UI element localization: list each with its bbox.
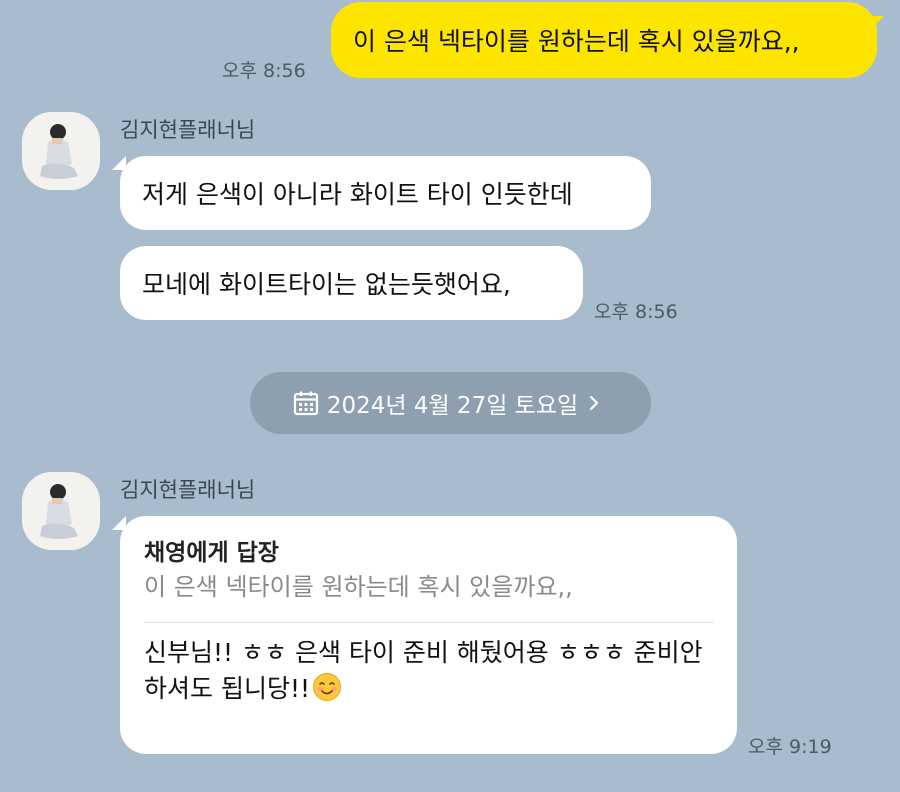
outgoing-message-time: 오후 8:56 xyxy=(222,60,306,82)
outgoing-message-text: 이 은색 넥타이를 원하는데 혹시 있을까요,, xyxy=(353,27,800,56)
sender-avatar[interactable] xyxy=(22,112,100,190)
smiling-face-emoji xyxy=(313,673,341,701)
calendar-icon xyxy=(293,391,318,416)
chevron-right-icon xyxy=(590,395,599,411)
incoming-message-bubble[interactable]: 모네에 화이트타이는 없는듯햇어요, xyxy=(120,246,583,320)
sender-name: 김지현플래너님 xyxy=(120,118,256,142)
avatar-photo xyxy=(22,472,100,550)
reply-body-text: 신부님!! ㅎㅎ 은색 타이 준비 해뒀어용 ㅎㅎㅎ 준비안하셔도 됩니당!! xyxy=(144,638,703,703)
sender-name: 김지현플래너님 xyxy=(120,478,256,502)
incoming-message-text: 모네에 화이트타이는 없는듯햇어요, xyxy=(142,270,511,299)
quoted-message-text[interactable]: 이 은색 넥타이를 원하는데 혹시 있을까요,, xyxy=(144,570,715,604)
avatar-photo xyxy=(22,112,100,190)
date-divider-label: 2024년 4월 27일 토요일 xyxy=(326,393,579,419)
date-divider-button[interactable]: 2024년 4월 27일 토요일 xyxy=(250,372,651,434)
reply-message-bubble[interactable]: 채영에게 답장 이 은색 넥타이를 원하는데 혹시 있을까요,, 신부님!! ㅎ… xyxy=(112,516,737,754)
reply-divider xyxy=(144,622,714,623)
reply-message-time: 오후 9:19 xyxy=(748,736,832,758)
incoming-message-text: 저게 은색이 아니라 화이트 타이 인듯한데 xyxy=(142,180,573,209)
incoming-message-time: 오후 8:56 xyxy=(594,301,678,323)
outgoing-message-bubble[interactable]: 이 은색 넥타이를 원하는데 혹시 있을까요,, xyxy=(331,2,884,78)
reply-body: 신부님!! ㅎㅎ 은색 타이 준비 해뒀어용 ㅎㅎㅎ 준비안하셔도 됩니당!! xyxy=(144,635,720,707)
reply-to-label: 채영에게 답장 xyxy=(144,540,279,566)
incoming-message-bubble[interactable]: 저게 은색이 아니라 화이트 타이 인듯한데 xyxy=(112,156,651,230)
sender-avatar[interactable] xyxy=(22,472,100,550)
